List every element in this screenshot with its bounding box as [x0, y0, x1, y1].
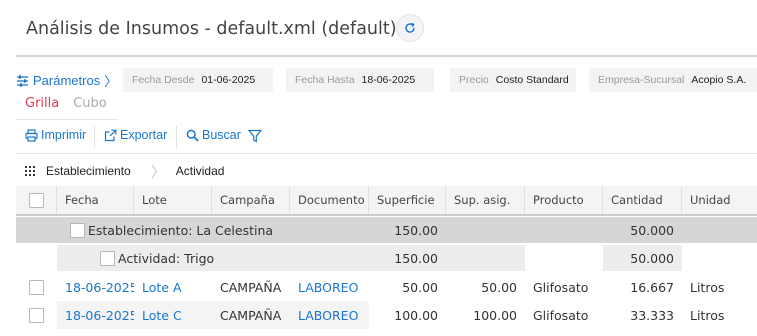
- cell-producto: Glifosato: [533, 279, 589, 295]
- row-select-cell: [16, 301, 57, 329]
- table-row[interactable]: 18-06-2025 Lote A CAMPAÑA LABOREO 50.00 …: [16, 273, 757, 301]
- param-fecha-desde[interactable]: Fecha Desde 01-06-2025: [123, 68, 273, 92]
- cell-sup-asig: 50.00: [481, 279, 517, 295]
- group-chip-actividad[interactable]: Actividad: [176, 164, 225, 178]
- cell-documento[interactable]: LABOREO: [290, 273, 369, 301]
- filter-icon[interactable]: [248, 129, 262, 143]
- chevron-right-icon: 〉: [104, 74, 118, 89]
- printer-icon: [25, 128, 38, 142]
- cell-superficie: 100.00: [394, 307, 438, 323]
- search-button[interactable]: Buscar: [186, 128, 241, 142]
- print-label: Imprimir: [41, 128, 87, 142]
- group-chip-establecimiento[interactable]: Establecimiento: [46, 164, 131, 178]
- group-cantidad: 50.000: [630, 222, 674, 238]
- grid-header: Fecha Lote Campaña Documento Superficie …: [16, 186, 757, 216]
- group-checkbox[interactable]: [70, 222, 85, 238]
- cell-unidad: Litros: [690, 307, 725, 323]
- title-row: Análisis de Insumos - default.xml (defau…: [26, 14, 416, 44]
- subgroup-label: Actividad: Trigo: [118, 250, 215, 266]
- cell-documento[interactable]: LABOREO: [290, 301, 369, 329]
- cell-campana: CAMPAÑA: [220, 279, 282, 295]
- param-key: Empresa-Sucursal: [598, 74, 685, 86]
- col-cantidad[interactable]: Cantidad: [603, 186, 682, 214]
- param-value: Costo Standard: [495, 74, 569, 86]
- group-superficie: 150.00: [394, 222, 438, 238]
- tabs-underline: [16, 119, 118, 120]
- search-label: Buscar: [202, 128, 241, 142]
- tab-cubo[interactable]: Cubo: [73, 96, 107, 116]
- subgroup-cantidad: 50.000: [630, 250, 674, 266]
- chevron-right-icon: 〉: [150, 163, 166, 181]
- param-precio[interactable]: Precio Costo Standard: [450, 68, 576, 92]
- row-checkbox[interactable]: [29, 307, 44, 323]
- cell-cantidad: 33.333: [630, 307, 674, 323]
- param-key: Precio: [459, 74, 489, 86]
- search-icon: [186, 129, 199, 142]
- col-unidad[interactable]: Unidad: [682, 186, 757, 214]
- subgroup-label-cell: Actividad: Trigo: [92, 245, 322, 271]
- parameters-label: Parámetros: [33, 73, 101, 88]
- cell-fecha[interactable]: 18-06-2025: [57, 301, 134, 329]
- col-documento[interactable]: Documento: [290, 186, 369, 214]
- col-superficie[interactable]: Superficie: [369, 186, 446, 214]
- refresh-button[interactable]: [396, 14, 424, 42]
- parameters-bar: Parámetros 〉 Fecha Desde 01-06-2025 Fech…: [16, 68, 757, 92]
- cell-campana: CAMPAÑA: [220, 307, 282, 323]
- cell-producto: Glifosato: [533, 307, 589, 323]
- view-tabs: Grilla Cubo: [25, 96, 107, 116]
- export-button[interactable]: Exportar: [104, 128, 167, 142]
- grid-drag-icon[interactable]: [25, 166, 35, 176]
- toolbar-divider: [176, 126, 177, 148]
- toolbar-divider: [94, 126, 95, 148]
- data-grid: Fecha Lote Campaña Documento Superficie …: [16, 186, 757, 336]
- refresh-icon: [403, 21, 417, 35]
- param-key: Fecha Desde: [132, 74, 195, 86]
- cell-lote[interactable]: Lote A: [134, 273, 212, 301]
- toolbar: Imprimir Exportar Buscar: [16, 124, 757, 154]
- col-lote[interactable]: Lote: [134, 186, 212, 214]
- sliders-icon: [16, 74, 29, 87]
- grouping-bar: Establecimiento 〉 Actividad: [16, 156, 757, 186]
- table-row[interactable]: 18-06-2025 Lote C CAMPAÑA LABOREO 100.00…: [16, 301, 757, 329]
- group-label: Establecimiento: La Celestina: [88, 222, 274, 238]
- cell-cantidad: 16.667: [630, 279, 674, 295]
- parameters-toggle[interactable]: Parámetros 〉: [16, 71, 117, 90]
- param-fecha-hasta[interactable]: Fecha Hasta 18-06-2025: [286, 68, 434, 92]
- group-row-establecimiento[interactable]: Establecimiento: La Celestina 150.00 50.…: [16, 217, 757, 243]
- select-all-cell: [16, 186, 57, 214]
- group-label-cell: Establecimiento: La Celestina: [62, 217, 322, 243]
- group-row-actividad[interactable]: Actividad: Trigo 150.00 50.000: [16, 245, 757, 271]
- param-value: 18-06-2025: [361, 74, 416, 86]
- param-value: 01-06-2025: [201, 74, 256, 86]
- subgroup-superficie: 150.00: [394, 250, 438, 266]
- page-title: Análisis de Insumos - default.xml (defau…: [26, 19, 397, 39]
- cell-lote[interactable]: Lote C: [134, 301, 212, 329]
- external-link-icon: [104, 129, 117, 142]
- export-label: Exportar: [120, 128, 168, 142]
- col-producto[interactable]: Producto: [525, 186, 603, 214]
- cell-fecha[interactable]: 18-06-2025: [57, 273, 134, 301]
- param-key: Fecha Hasta: [295, 74, 355, 86]
- col-sup-asig[interactable]: Sup. asig.: [446, 186, 525, 214]
- subgroup-checkbox[interactable]: [100, 250, 115, 266]
- cell-superficie: 50.00: [402, 279, 438, 295]
- row-checkbox[interactable]: [29, 279, 44, 295]
- tab-grilla[interactable]: Grilla: [25, 96, 59, 116]
- cell-sup-asig: 100.00: [473, 307, 517, 323]
- param-value: Acopio S.A.: [691, 74, 747, 86]
- title-divider: [16, 55, 757, 57]
- print-button[interactable]: Imprimir: [25, 128, 86, 142]
- select-all-checkbox[interactable]: [28, 192, 44, 208]
- col-fecha[interactable]: Fecha: [57, 186, 134, 214]
- col-campana[interactable]: Campaña: [212, 186, 290, 214]
- cell-unidad: Litros: [690, 279, 725, 295]
- row-select-cell: [16, 273, 57, 301]
- param-empresa-sucursal[interactable]: Empresa-Sucursal Acopio S.A.: [589, 68, 757, 92]
